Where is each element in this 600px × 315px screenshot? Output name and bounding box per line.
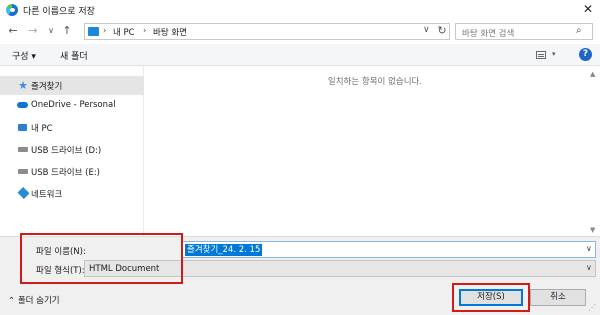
breadcrumb-item[interactable]: 내 PC xyxy=(113,26,135,38)
recent-locations-icon[interactable]: ∨ xyxy=(44,24,58,38)
sidebar-item-usb-e[interactable]: USB 드라이브 (E:) xyxy=(0,162,144,181)
command-toolbar: 구성 ▾ 새 폴더 ▾ ? xyxy=(0,44,600,66)
cloud-icon xyxy=(17,102,28,108)
sidebar-item-label: USB 드라이브 (D:) xyxy=(31,146,102,156)
highlight-box-save xyxy=(452,283,530,312)
sidebar-item-label: 네트워크 xyxy=(31,190,63,200)
scroll-up-icon[interactable]: ▲ xyxy=(590,70,595,78)
back-arrow-icon[interactable]: ← xyxy=(6,24,20,38)
breadcrumb-item[interactable]: 바탕 화면 xyxy=(153,26,187,38)
up-arrow-icon[interactable]: ↑ xyxy=(60,24,74,38)
cancel-button[interactable]: 취소 xyxy=(530,289,586,306)
edge-app-icon xyxy=(6,4,18,16)
sidebar-item-onedrive[interactable]: OneDrive - Personal xyxy=(0,96,144,115)
resize-grip-icon[interactable]: ⋰ xyxy=(588,303,596,312)
filename-dropdown-icon[interactable]: ∨ xyxy=(586,244,592,253)
sidebar-item-usb-d[interactable]: USB 드라이브 (D:) xyxy=(0,140,144,159)
breadcrumb-separator: › xyxy=(103,26,107,36)
drive-icon xyxy=(18,147,28,152)
sidebar-item-label: USB 드라이브 (E:) xyxy=(31,168,100,178)
pc-icon xyxy=(18,124,27,131)
sidebar-item-network[interactable]: 네트워크 xyxy=(0,184,144,203)
highlight-box-filename xyxy=(20,233,183,284)
filetype-dropdown-icon[interactable]: ∨ xyxy=(586,263,592,272)
network-icon xyxy=(17,186,30,200)
help-icon[interactable]: ? xyxy=(579,48,592,61)
address-dropdown-icon[interactable]: ∨ xyxy=(423,25,430,35)
navigation-pane: ★ 즐겨찾기 OneDrive - Personal 내 PC USB 드라이브… xyxy=(0,66,144,236)
sidebar-item-label: OneDrive - Personal xyxy=(31,100,116,110)
filename-value[interactable]: 즐겨찾기_24. 2. 15 xyxy=(185,244,263,256)
scroll-down-icon[interactable]: ▼ xyxy=(590,226,595,234)
organize-menu[interactable]: 구성 ▾ xyxy=(12,49,36,62)
breadcrumb-separator: › xyxy=(143,26,147,36)
address-bar[interactable]: › 내 PC › 바탕 화면 ∨ ↻ xyxy=(84,23,450,40)
sidebar-item-this-pc[interactable]: 내 PC xyxy=(0,118,144,137)
search-box[interactable]: 바탕 화면 검색 ⌕ xyxy=(455,23,593,40)
drive-icon xyxy=(18,169,28,174)
hide-folders-toggle[interactable]: ⌃ 폴더 숨기기 xyxy=(8,294,60,306)
filename-field[interactable]: 즐겨찾기_24. 2. 15 ∨ xyxy=(182,241,596,258)
view-options-icon[interactable] xyxy=(536,51,546,59)
forward-arrow-icon[interactable]: → xyxy=(26,24,40,38)
title-bar: 다른 이름으로 저장 ✕ xyxy=(0,0,600,20)
close-icon[interactable]: ✕ xyxy=(580,1,596,17)
pc-icon xyxy=(88,27,99,36)
sidebar-item-label: 내 PC xyxy=(31,124,53,134)
new-folder-button[interactable]: 새 폴더 xyxy=(60,49,88,62)
window-title: 다른 이름으로 저장 xyxy=(23,7,95,17)
refresh-icon[interactable]: ↻ xyxy=(435,24,449,37)
search-placeholder: 바탕 화면 검색 xyxy=(462,29,515,39)
search-icon: ⌕ xyxy=(576,25,582,36)
scrollbar[interactable] xyxy=(588,66,599,236)
empty-folder-message: 일치하는 항목이 없습니다. xyxy=(327,77,423,87)
view-dropdown-icon[interactable]: ▾ xyxy=(552,50,556,58)
